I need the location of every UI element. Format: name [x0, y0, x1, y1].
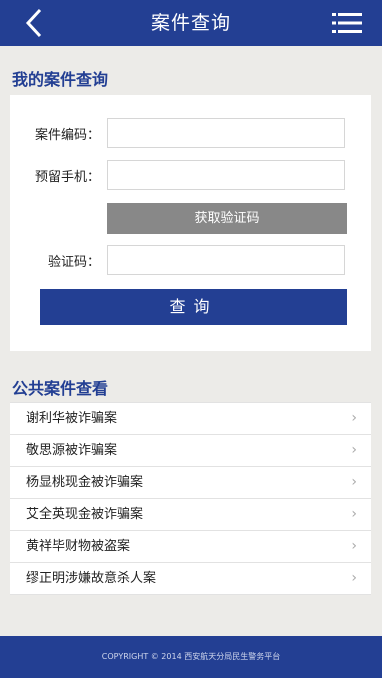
case-label: 谢利华被诈骗案	[26, 411, 118, 426]
case-number-label: 案件编码：	[34, 128, 100, 143]
list-item[interactable]: 艾全英现金被诈骗案 ›	[10, 499, 371, 531]
my-query-section-title: 我的案件查询	[12, 70, 109, 89]
case-label: 艾全英现金被诈骗案	[26, 507, 144, 522]
query-form: 案件编码： 预留手机： 获取验证码 验证码： 查询	[10, 95, 371, 351]
list-menu-icon	[332, 13, 362, 33]
case-label: 敬思源被诈骗案	[26, 443, 118, 458]
chevron-right-icon: ›	[351, 570, 357, 586]
verify-code-input[interactable]	[107, 245, 345, 275]
chevron-right-icon: ›	[351, 474, 357, 490]
case-label: 杨显桃现金被诈骗案	[26, 475, 144, 490]
chevron-right-icon: ›	[351, 506, 357, 522]
chevron-right-icon: ›	[351, 538, 357, 554]
menu-button[interactable]	[332, 12, 362, 34]
case-label: 黄祥毕财物被盗案	[26, 539, 131, 554]
chevron-right-icon: ›	[351, 442, 357, 458]
get-code-button[interactable]: 获取验证码	[107, 203, 347, 234]
phone-input[interactable]	[107, 160, 345, 190]
case-label: 缪正明涉嫌故意杀人案	[26, 571, 157, 586]
list-item[interactable]: 谢利华被诈骗案 ›	[10, 402, 371, 435]
footer-copyright: COPYRIGHT © 2014 西安航天分局民生警务平台	[0, 636, 382, 678]
phone-label: 预留手机：	[34, 170, 100, 185]
app-header: 案件查询	[0, 0, 382, 46]
list-item[interactable]: 杨显桃现金被诈骗案 ›	[10, 467, 371, 499]
public-cases-section-title: 公共案件查看	[12, 379, 109, 398]
list-item[interactable]: 敬思源被诈骗案 ›	[10, 435, 371, 467]
public-case-list: 谢利华被诈骗案 › 敬思源被诈骗案 › 杨显桃现金被诈骗案 › 艾全英现金被诈骗案 › …	[10, 402, 371, 595]
query-button[interactable]: 查询	[40, 289, 347, 325]
verify-code-label: 验证码：	[47, 255, 100, 270]
list-item[interactable]: 黄祥毕财物被盗案 ›	[10, 531, 371, 563]
page-title: 案件查询	[150, 12, 231, 34]
case-number-input[interactable]	[107, 118, 345, 148]
list-item[interactable]: 缪正明涉嫌故意杀人案 ›	[10, 563, 371, 595]
chevron-right-icon: ›	[351, 410, 357, 426]
